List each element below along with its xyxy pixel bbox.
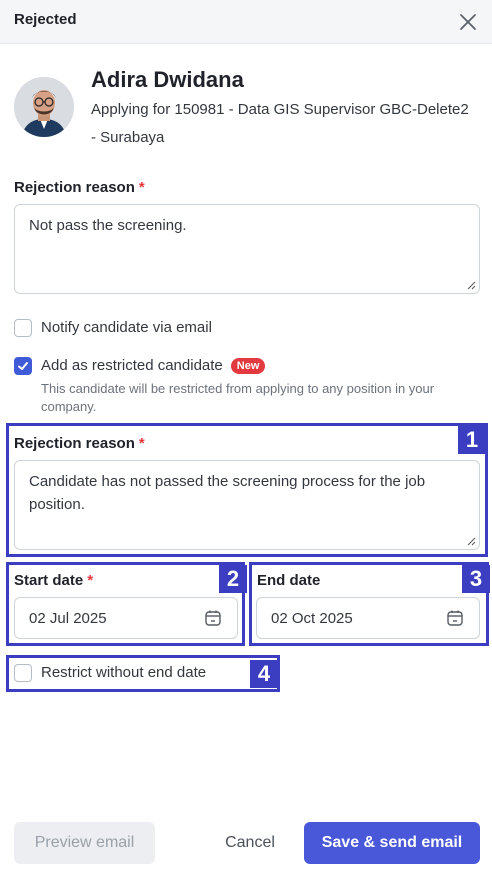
rejection-reason-input[interactable]: Not pass the screening. — [14, 204, 480, 294]
save-send-email-button[interactable]: Save & send email — [304, 822, 480, 864]
required-mark: * — [138, 435, 145, 452]
check-icon — [18, 362, 28, 370]
annotation-number-2: 2 — [219, 565, 247, 593]
dialog-header: Rejected — [0, 0, 492, 44]
preview-email-button[interactable]: Preview email — [14, 822, 155, 864]
applying-for-text: Applying for 150981 - Data GIS Superviso… — [91, 101, 469, 146]
end-date-value: 02 Oct 2025 — [271, 609, 353, 627]
resize-handle-icon[interactable] — [466, 536, 476, 546]
restricted-hint: This candidate will be restricted from a… — [41, 381, 435, 414]
resize-handle-icon[interactable] — [466, 280, 476, 290]
close-icon[interactable] — [456, 10, 480, 34]
restricted-checkbox[interactable] — [14, 357, 32, 375]
candidate-name: Adira Dwidana — [91, 67, 244, 92]
avatar — [14, 77, 74, 137]
end-date-label: End date — [257, 572, 321, 589]
new-badge: New — [230, 358, 266, 374]
notify-label: Notify candidate via email — [41, 319, 212, 336]
restricted-label: Add as restricted candidate New — [41, 357, 266, 375]
cancel-button[interactable]: Cancel — [210, 822, 290, 864]
restriction-reason-label: Rejection reason * — [14, 435, 145, 452]
rejection-reason-value: Not pass the screening. — [29, 217, 187, 234]
end-date-input[interactable]: 02 Oct 2025 — [256, 597, 480, 639]
annotation-number-3: 3 — [462, 565, 490, 593]
notify-candidate-row[interactable]: Notify candidate via email — [14, 319, 212, 337]
rejection-reason-label: Rejection reason * — [14, 179, 145, 196]
start-date-input[interactable]: 02 Jul 2025 — [14, 597, 238, 639]
annotation-number-4: 4 — [250, 660, 278, 688]
calendar-icon[interactable] — [203, 608, 223, 628]
annotation-number-1: 1 — [458, 426, 486, 454]
no-end-date-label: Restrict without end date — [41, 664, 207, 681]
restriction-reason-value: Candidate has not passed the screening p… — [29, 473, 426, 513]
no-end-date-row[interactable]: Restrict without end date — [14, 664, 206, 682]
restriction-reason-input[interactable]: Candidate has not passed the screening p… — [14, 460, 480, 550]
restricted-candidate-row[interactable]: Add as restricted candidate New — [14, 357, 266, 375]
notify-checkbox[interactable] — [14, 319, 32, 337]
required-mark: * — [87, 572, 94, 589]
dialog-title: Rejected — [14, 11, 77, 28]
start-date-value: 02 Jul 2025 — [29, 609, 107, 627]
no-end-date-checkbox[interactable] — [14, 664, 32, 682]
start-date-label: Start date * — [14, 572, 94, 589]
calendar-icon[interactable] — [445, 608, 465, 628]
required-mark: * — [138, 179, 145, 196]
